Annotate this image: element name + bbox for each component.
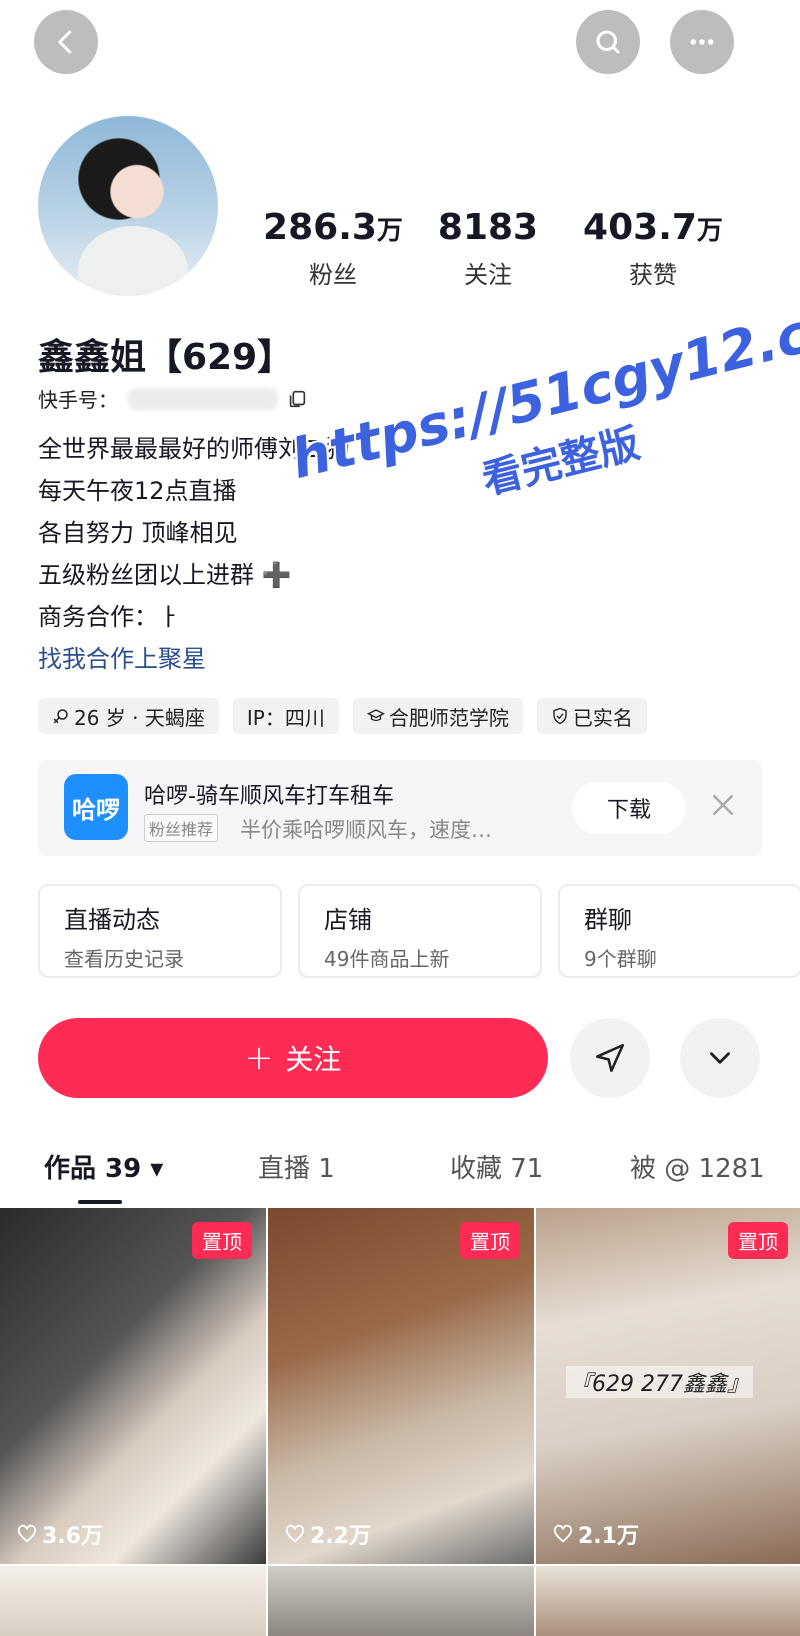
tab-mentions[interactable]: 被 @ 1281 [630, 1148, 765, 1185]
bio-line: 商务合作：ㅏ [38, 603, 181, 631]
bio-line: 五级粉丝团以上进群 ➕ [38, 561, 292, 589]
tab-works[interactable]: 作品 39 ▾ [44, 1148, 163, 1185]
stat-fans-label: 粉丝 [309, 261, 357, 289]
content-tabs: 作品 39 ▾ 直播 1 收藏 71 被 @ 1281 [0, 1148, 800, 1208]
expand-button[interactable] [680, 1018, 760, 1098]
card-title: 店铺 [324, 906, 372, 934]
gender-icon [53, 709, 68, 724]
stat-fans-unit: 万 [376, 216, 403, 246]
more-button[interactable] [670, 10, 734, 74]
tag-verified-text: 已实名 [572, 705, 633, 730]
ad-logo: 哈啰 [64, 774, 128, 840]
card-subtitle: 49件商品上新 [324, 947, 450, 971]
ad-description: 半价乘哈啰顺风车，速度… [240, 818, 492, 842]
uid-label: 快手号： [38, 388, 118, 412]
tag-school[interactable]: 合肥师范学院 [352, 698, 523, 734]
heart-icon [285, 1524, 305, 1543]
heart-icon [17, 1524, 37, 1543]
card-shop[interactable]: 店铺 49件商品上新 [298, 884, 542, 978]
close-icon[interactable] [708, 790, 738, 820]
tab-live[interactable]: 直播 1 [258, 1148, 335, 1185]
uid-value-blurred [128, 387, 278, 410]
search-button[interactable] [576, 10, 640, 74]
video-thumb[interactable] [268, 1566, 534, 1636]
stat-fans[interactable]: 286.3万 粉丝 [258, 208, 408, 290]
video-thumb[interactable] [536, 1566, 800, 1636]
copy-icon[interactable] [286, 388, 308, 410]
chevron-left-icon [58, 30, 72, 54]
tag-ip-text: IP：四川 [246, 705, 325, 730]
ad-banner[interactable]: 哈啰 哈啰-骑车顺风车打车租车 粉丝推荐 半价乘哈啰顺风车，速度… 下载 [38, 760, 762, 856]
tag-ip: IP：四川 [232, 698, 339, 734]
search-icon [596, 30, 620, 54]
card-title: 直播动态 [64, 906, 160, 934]
video-thumb[interactable]: 置顶 『629 277鑫鑫』 2.1万 [536, 1208, 800, 1564]
video-thumb[interactable] [0, 1566, 266, 1636]
likes-count: 2.1万 [552, 1518, 639, 1550]
stat-likes-value: 403.7 [583, 207, 697, 248]
tab-underline [78, 1200, 122, 1204]
stat-likes[interactable]: 403.7万 获赞 [568, 208, 738, 290]
profile-stats: 286.3万 粉丝 8183 关注 403.7万 获赞 [258, 208, 778, 290]
pinned-badge: 置顶 [728, 1222, 788, 1259]
pinned-badge: 置顶 [192, 1222, 252, 1259]
ad-badge: 粉丝推荐 [144, 814, 219, 842]
share-button[interactable] [570, 1018, 650, 1098]
stat-following-label: 关注 [464, 261, 512, 289]
card-subtitle: 9个群聊 [584, 947, 657, 971]
bio-line: 各自努力 顶峰相见 [38, 519, 238, 547]
likes-text: 2.1万 [578, 1524, 639, 1549]
chevron-down-icon [710, 1052, 730, 1064]
card-title: 群聊 [584, 906, 632, 934]
card-group-chat[interactable]: 群聊 9个群聊 [558, 884, 800, 978]
avatar[interactable] [38, 116, 218, 296]
stat-following-value: 8183 [437, 207, 539, 248]
likes-count: 2.2万 [284, 1518, 371, 1550]
likes-count: 3.6万 [16, 1518, 103, 1550]
send-icon [595, 1043, 625, 1073]
back-button[interactable] [34, 10, 98, 74]
plus-icon: + [244, 1038, 274, 1078]
likes-text: 2.2万 [310, 1524, 371, 1549]
video-caption: 『629 277鑫鑫』 [566, 1366, 753, 1398]
ad-title: 哈啰-骑车顺风车打车租车 [144, 784, 394, 809]
tab-favorites[interactable]: 收藏 71 [450, 1148, 543, 1185]
school-icon [366, 709, 385, 722]
heart-icon [553, 1524, 573, 1543]
card-live-history[interactable]: 直播动态 查看历史记录 [38, 884, 282, 978]
top-bar [0, 0, 800, 90]
pinned-badge: 置顶 [460, 1222, 520, 1259]
profile-tags: 26 岁 · 天蝎座 IP：四川 合肥师范学院 已实名 [38, 698, 647, 734]
video-thumb[interactable]: 置顶 2.2万 [268, 1208, 534, 1564]
stat-likes-unit: 万 [696, 216, 723, 246]
follow-button[interactable]: + 关注 [38, 1018, 548, 1098]
feature-cards: 直播动态 查看历史记录 店铺 49件商品上新 群聊 9个群聊 [38, 884, 800, 978]
ad-download-button[interactable]: 下载 [572, 782, 686, 834]
stat-following[interactable]: 8183 关注 [408, 208, 568, 290]
more-icon [690, 39, 714, 45]
uid-row: 快手号： [38, 384, 308, 413]
stat-likes-label: 获赞 [629, 261, 677, 289]
card-subtitle: 查看历史记录 [64, 947, 184, 971]
tag-age-text: 26 岁 · 天蝎座 [74, 705, 205, 730]
verified-icon [553, 707, 567, 725]
cooperation-link[interactable]: 找我合作上聚星 [38, 638, 350, 680]
tag-verified: 已实名 [536, 698, 647, 734]
follow-label: 关注 [285, 1043, 342, 1076]
profile-name: 鑫鑫姐【629】 [38, 337, 294, 378]
likes-text: 3.6万 [42, 1524, 103, 1549]
tag-age: 26 岁 · 天蝎座 [38, 698, 219, 734]
video-thumb[interactable]: 置顶 3.6万 [0, 1208, 266, 1564]
stat-fans-value: 286.3 [263, 207, 377, 248]
tag-school-text: 合肥师范学院 [388, 705, 509, 730]
watermark: https://51cgy12.com 看完整版 [285, 279, 800, 643]
